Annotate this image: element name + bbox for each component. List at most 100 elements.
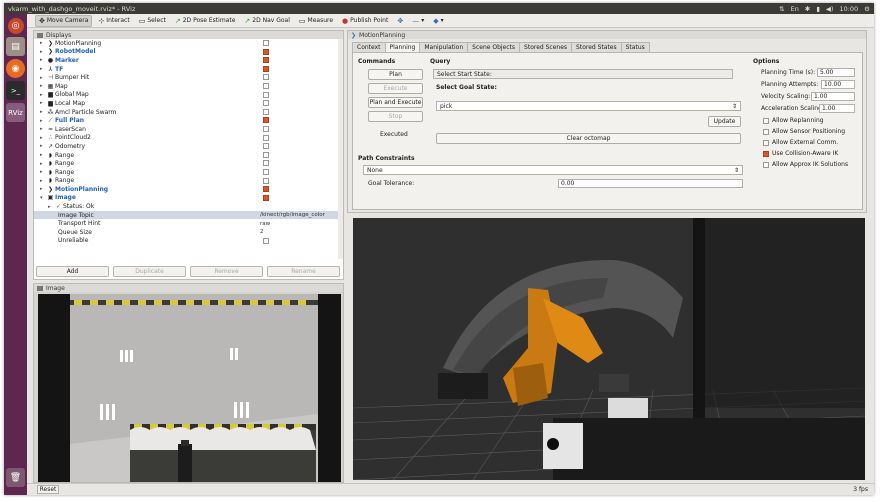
tab-stored-scenes[interactable]: Stored Scenes [519, 42, 573, 52]
interact-tool[interactable]: ⊹ Interact [95, 16, 132, 26]
add-display-button[interactable]: Add [36, 266, 109, 277]
display-enable-checkbox[interactable] [263, 74, 269, 81]
tab-stored-states[interactable]: Stored States [571, 42, 622, 52]
display-item[interactable]: ▸ ◗ Range [34, 168, 343, 177]
path-constraints-dropdown[interactable]: None ⇕ [363, 165, 743, 175]
use-collision-aware-ik-checkbox[interactable]: Use Collision-Aware IK [763, 150, 838, 157]
plan-and-execute-button[interactable]: Plan and Execute [368, 97, 423, 108]
camera-move-icon-button[interactable]: ✥ [394, 16, 406, 26]
display-item[interactable]: ▸ ↗ Odometry [34, 142, 343, 151]
remove-display-button[interactable]: Remove [190, 266, 263, 277]
add-tool-button[interactable]: ◆ ▾ [430, 16, 446, 26]
display-item[interactable]: ▸ ❯ MotionPlanning [34, 185, 343, 194]
display-enable-checkbox[interactable] [263, 134, 269, 141]
display-item[interactable]: ▸ ⁂ Amcl Particle Swarm [34, 108, 343, 117]
property-value[interactable]: 2 [260, 229, 264, 235]
stop-button[interactable]: Stop [368, 111, 423, 122]
tab-planning[interactable]: Planning [384, 42, 421, 52]
volume-icon[interactable]: ◀) [826, 5, 834, 13]
move-camera-tool[interactable]: ✥ Move Camera [35, 14, 93, 27]
property-row[interactable]: Unreliable [34, 237, 343, 246]
displays-scrollbar[interactable] [338, 39, 343, 259]
camera-image-view[interactable] [38, 294, 341, 482]
display-enable-checkbox[interactable] [263, 168, 269, 175]
network-icon[interactable]: ⇅ [779, 5, 784, 13]
display-enable-checkbox[interactable] [263, 117, 269, 124]
display-item[interactable]: ▸ ◗ Range [34, 159, 343, 168]
planning-attempts-spinbox[interactable]: 10.00 [821, 80, 855, 89]
display-item[interactable]: ▸ ⊣ Bumper Hit [34, 73, 343, 82]
display-item[interactable]: ▸ ≈ LaserScan [34, 125, 343, 134]
display-item[interactable]: ▸ ❯ RobotModel [34, 48, 343, 57]
display-item[interactable]: ▸ ▆ Global Map [34, 91, 343, 100]
battery-icon[interactable]: ▮ [816, 5, 820, 13]
velocity-scaling-spinbox[interactable]: 1.00 [811, 92, 855, 101]
select-tool[interactable]: ▭ Select [136, 16, 169, 26]
tab-context[interactable]: Context [352, 42, 386, 52]
power-gear-icon[interactable]: ⚙ [864, 5, 870, 13]
display-item[interactable]: ▸ ◗ Range [34, 151, 343, 160]
display-item[interactable]: ▾ ▣ Image [34, 194, 343, 203]
display-item[interactable]: ▸ ∴ PointCloud2 [34, 134, 343, 143]
display-enable-checkbox[interactable] [263, 65, 269, 72]
tab-scene-objects[interactable]: Scene Objects [467, 42, 521, 52]
tab-status[interactable]: Status [620, 42, 650, 52]
allow-external-comm-checkbox[interactable]: Allow External Comm. [763, 139, 838, 146]
display-item[interactable]: ▸ ▆ Local Map [34, 99, 343, 108]
remove-tool-button[interactable]: — ▾ [409, 16, 427, 26]
firefox-icon[interactable]: ◉ [6, 59, 25, 78]
reset-button[interactable]: Reset [37, 485, 59, 494]
display-item[interactable]: ▸ ❯ MotionPlanning [34, 39, 343, 48]
property-checkbox[interactable] [263, 237, 269, 244]
terminal-icon[interactable]: >_ [6, 81, 25, 100]
display-enable-checkbox[interactable] [263, 91, 269, 98]
display-enable-checkbox[interactable] [263, 143, 269, 150]
update-button[interactable]: Update [708, 116, 741, 127]
goal-state-dropdown[interactable]: pick ⇕ [436, 101, 741, 111]
files-icon[interactable]: ▤ [6, 37, 25, 56]
ubuntu-logo-icon[interactable]: ◎ [7, 18, 24, 34]
execute-button[interactable]: Execute [368, 83, 423, 94]
property-row[interactable]: Queue Size 2 [34, 228, 343, 237]
display-enable-checkbox[interactable] [263, 108, 269, 115]
rviz-icon[interactable]: RViz [6, 103, 25, 122]
pose-estimate-tool[interactable]: ↗ 2D Pose Estimate [172, 16, 239, 26]
display-enable-checkbox[interactable] [263, 186, 269, 193]
rename-display-button[interactable]: Rename [267, 266, 340, 277]
display-enable-checkbox[interactable] [263, 194, 269, 201]
plan-button[interactable]: Plan [368, 69, 423, 80]
property-row[interactable]: Transport Hint raw [34, 219, 343, 228]
measure-tool[interactable]: ▭ Measure [296, 16, 336, 26]
display-enable-checkbox[interactable] [263, 100, 269, 107]
display-enable-checkbox[interactable] [263, 48, 269, 55]
goal-tolerance-spinbox[interactable]: 0.00 [558, 179, 743, 188]
display-item[interactable]: ▸ ◗ Range [34, 177, 343, 186]
planning-time-spinbox[interactable]: 5.00 [817, 68, 855, 77]
display-enable-checkbox[interactable] [263, 82, 269, 89]
status-row[interactable]: ▸ ✓ Status: Ok [34, 202, 343, 211]
display-enable-checkbox[interactable] [263, 177, 269, 184]
trash-icon[interactable]: 🗑 [6, 468, 25, 487]
bluetooth-icon[interactable]: ✱ [805, 5, 810, 13]
clock[interactable]: 10:00 [839, 5, 858, 13]
property-value[interactable]: raw [260, 221, 270, 227]
display-enable-checkbox[interactable] [263, 125, 269, 132]
clear-octomap-button[interactable]: Clear octomap [436, 133, 741, 144]
display-item[interactable]: ▸ ● Marker [34, 56, 343, 65]
render-3d-view[interactable] [353, 218, 865, 480]
display-item[interactable]: ▸ ⅄ TF [34, 65, 343, 74]
display-enable-checkbox[interactable] [263, 57, 269, 64]
allow-approx-ik-checkbox[interactable]: Allow Approx IK Solutions [763, 161, 848, 168]
display-enable-checkbox[interactable] [263, 160, 269, 167]
display-enable-checkbox[interactable] [263, 40, 269, 46]
property-row[interactable]: Image Topic/kinect/rgb/image_color [34, 210, 343, 220]
allow-sensor-positioning-checkbox[interactable]: Allow Sensor Positioning [763, 128, 845, 135]
display-item[interactable]: ▸ ⟋ Full Plan [34, 116, 343, 125]
select-start-state[interactable]: Select Start State: [433, 69, 733, 79]
property-value[interactable]: /kinect/rgb/image_color [260, 212, 325, 218]
display-item[interactable]: ▸ ▦ Map [34, 82, 343, 91]
keyboard-layout-indicator[interactable]: En [791, 5, 799, 13]
display-enable-checkbox[interactable] [263, 151, 269, 158]
allow-replanning-checkbox[interactable]: Allow Replanning [763, 117, 824, 124]
nav-goal-tool[interactable]: ↗ 2D Nav Goal [241, 16, 293, 26]
